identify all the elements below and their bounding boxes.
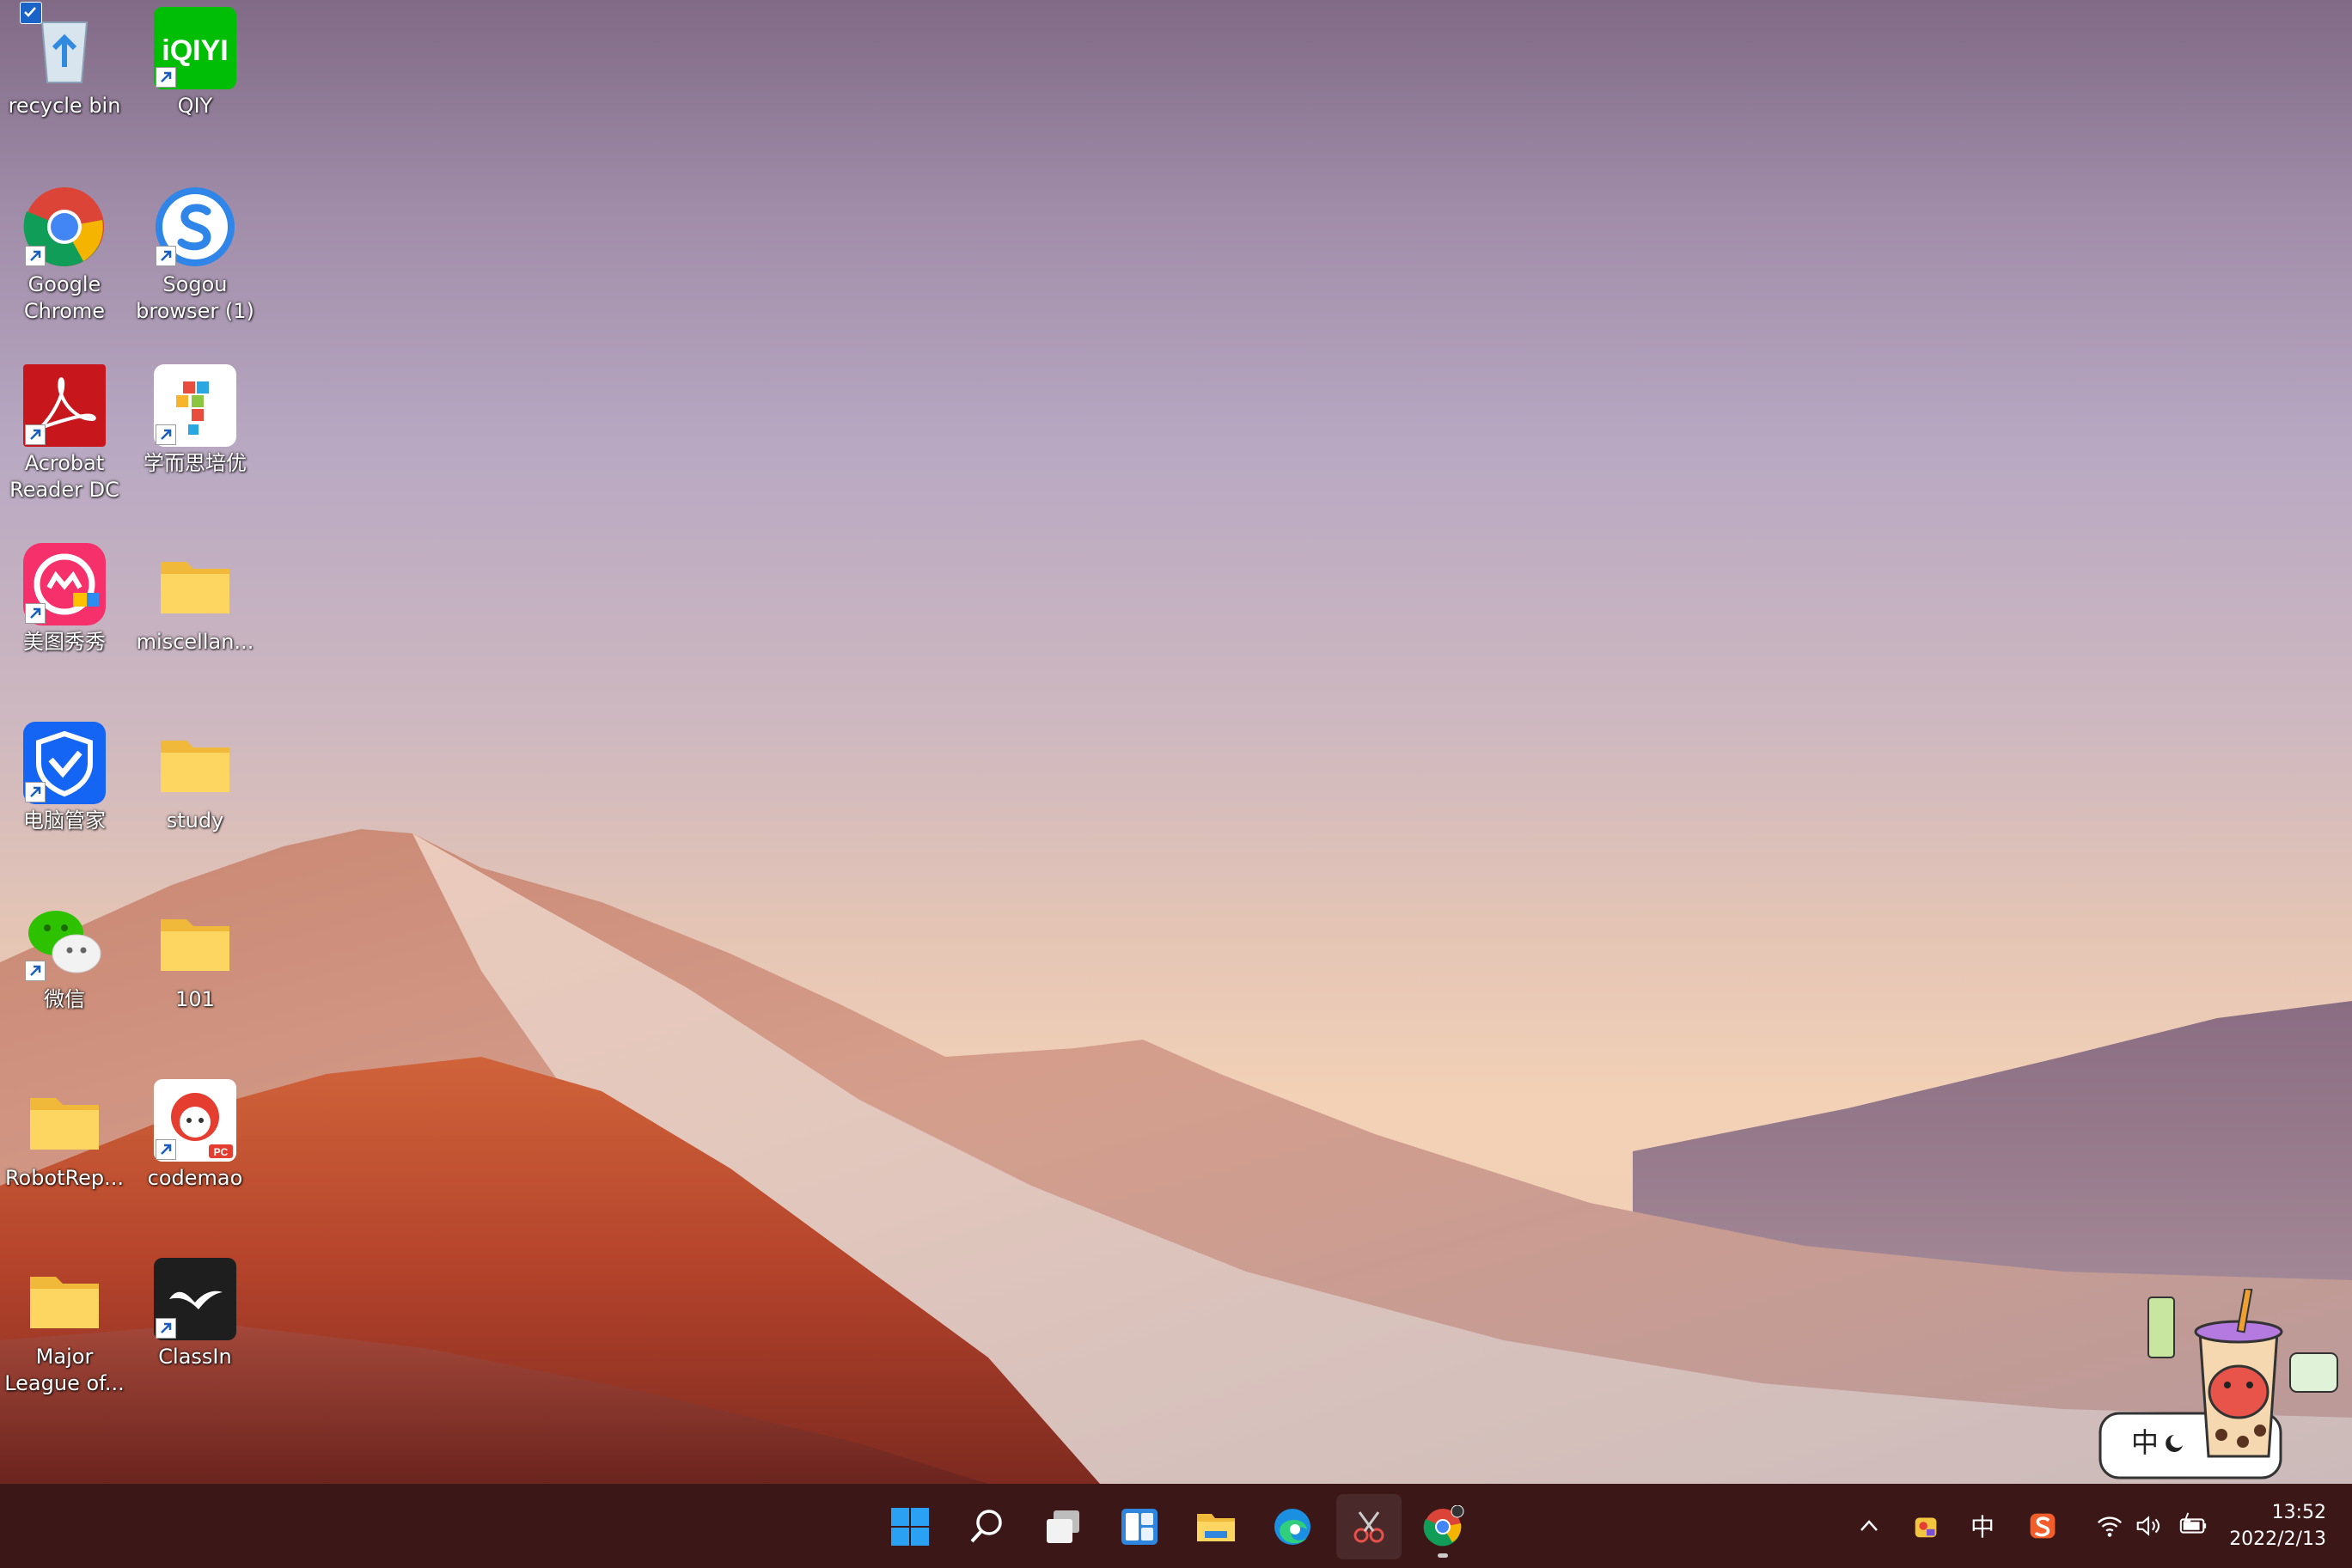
speaker-icon xyxy=(2136,1516,2160,1536)
desktop-icon-label: QIY xyxy=(177,94,213,118)
desktop-icon-wechat[interactable]: 微信 xyxy=(0,900,129,1013)
desktop-icon-label: recycle bin xyxy=(8,94,121,118)
system-clock[interactable]: 13:52 2022/2/13 xyxy=(2229,1499,2326,1553)
desktop-icon-label: 101 xyxy=(175,987,215,1011)
desktop-icon-acrobat-reader[interactable]: Acrobat Reader DC xyxy=(0,364,129,503)
snipping-tool-icon xyxy=(1353,1511,1384,1543)
shortcut-arrow-icon xyxy=(25,246,46,266)
desktop-icon-label: study xyxy=(166,808,224,833)
desktop-icon-miscellan-folder[interactable]: miscellan... xyxy=(131,543,260,656)
folder-icon xyxy=(30,1277,99,1328)
show-hidden-icons-button[interactable] xyxy=(1852,1504,1886,1547)
folder-icon xyxy=(161,562,229,613)
desktop-icon-label: Major League of... xyxy=(4,1345,125,1395)
desktop-icon-label: Sogou browser (1) xyxy=(136,272,254,323)
desktop-icon-robotrep-folder[interactable]: RobotRep... xyxy=(0,1079,129,1192)
desktop-icon-recycle-bin[interactable]: recycle bin xyxy=(0,2,129,119)
input-method-indicator[interactable]: 中 xyxy=(1964,1504,2001,1547)
desktop-icon-label: RobotRep... xyxy=(4,1166,125,1190)
desktop-icon-major-league-folder[interactable]: Major League of... xyxy=(0,1258,129,1397)
desktop-icon-qiy[interactable]: iQIYI QIY xyxy=(131,7,260,119)
tray-app-icon[interactable] xyxy=(1908,1504,1946,1547)
folder-icon xyxy=(161,741,229,792)
desktop-icon-label: miscellan... xyxy=(136,630,254,654)
clock-time: 13:52 xyxy=(2271,1502,2326,1523)
chevron-up-icon xyxy=(1860,1520,1878,1531)
widgets-button[interactable] xyxy=(1107,1494,1172,1559)
shortcut-arrow-icon xyxy=(25,782,46,802)
desktop-icon-101-folder[interactable]: 101 xyxy=(131,900,260,1013)
widgets-icon xyxy=(1121,1509,1158,1545)
snipping-tool-button[interactable] xyxy=(1336,1494,1402,1559)
svg-text:PC: PC xyxy=(214,1146,229,1158)
clock-date: 2022/2/13 xyxy=(2229,1528,2326,1550)
desktop-icon-label: 美图秀秀 xyxy=(23,630,106,654)
desktop-icon-label: 微信 xyxy=(44,987,85,1011)
desktop-icon-sogou-browser[interactable]: Sogou browser (1) xyxy=(131,186,260,325)
svg-text:中: 中 xyxy=(2131,1426,2159,1459)
edge-icon xyxy=(1274,1509,1310,1545)
shortcut-arrow-icon xyxy=(25,603,46,624)
network-status[interactable] xyxy=(2092,1504,2127,1547)
file-explorer-button[interactable] xyxy=(1183,1494,1249,1559)
volume-control[interactable] xyxy=(2131,1504,2166,1547)
desktop-icon-label: Google Chrome xyxy=(23,272,106,323)
desktop-icon-xueersi[interactable]: 学而思培优 xyxy=(131,364,260,477)
start-button[interactable] xyxy=(877,1494,943,1559)
tray-game-icon xyxy=(1915,1517,1937,1538)
chrome-taskbar-button[interactable] xyxy=(1410,1494,1475,1559)
task-view-icon xyxy=(1047,1510,1079,1543)
folder-icon xyxy=(30,1098,99,1150)
desktop-icon-pc-manager[interactable]: 电脑管家 xyxy=(0,722,129,834)
shortcut-arrow-icon xyxy=(156,1318,176,1339)
battery-charging-icon xyxy=(2179,1512,2207,1534)
shortcut-arrow-icon xyxy=(25,961,46,981)
battery-status[interactable] xyxy=(2174,1504,2212,1547)
desktop-icon-label: 学而思培优 xyxy=(144,451,247,475)
wifi-icon xyxy=(2097,1516,2123,1537)
selected-checkbox-icon[interactable] xyxy=(20,2,42,24)
shortcut-arrow-icon xyxy=(156,424,176,445)
desktop-icon-label: ClassIn xyxy=(158,1345,232,1369)
task-view-button[interactable] xyxy=(1030,1494,1096,1559)
search-button[interactable] xyxy=(954,1494,1019,1559)
search-icon xyxy=(970,1510,1002,1543)
folder-icon xyxy=(161,919,229,971)
sogou-ime-tray[interactable] xyxy=(2024,1504,2062,1547)
file-explorer-icon xyxy=(1197,1514,1235,1541)
windows-start-icon xyxy=(891,1508,929,1546)
desktop-icon-classin[interactable]: ClassIn xyxy=(131,1258,260,1370)
desktop[interactable]: recycle bin iQIYI QIY Google Chrome Sogo… xyxy=(0,0,2352,1484)
shortcut-arrow-icon xyxy=(25,424,46,445)
bubble-tea-pet-icon: 中 xyxy=(2098,1287,2338,1480)
shortcut-arrow-icon xyxy=(156,1139,176,1160)
desktop-icon-label: codemao xyxy=(147,1166,243,1190)
desktop-icon-study-folder[interactable]: study xyxy=(131,722,260,834)
taskbar: 中 13:52 2022/2/13 xyxy=(0,1484,2352,1568)
desktop-icon-google-chrome[interactable]: Google Chrome xyxy=(0,186,129,325)
shortcut-arrow-icon xyxy=(156,246,176,266)
mountain-wallpaper xyxy=(0,829,2352,1484)
desktop-icon-label: Acrobat Reader DC xyxy=(9,451,119,502)
desktop-icon-meitu[interactable]: 美图秀秀 xyxy=(0,543,129,656)
desktop-icon-codemao[interactable]: PC codemao xyxy=(131,1079,260,1192)
svg-text:iQIYI: iQIYI xyxy=(162,34,228,67)
chrome-icon xyxy=(1423,1505,1464,1547)
shortcut-arrow-icon xyxy=(156,67,176,88)
desktop-icon-label: 电脑管家 xyxy=(23,808,106,833)
running-indicator xyxy=(1438,1553,1448,1558)
sogou-input-icon xyxy=(2030,1513,2056,1539)
edge-button[interactable] xyxy=(1260,1494,1325,1559)
desktop-pet-widget[interactable]: 中 xyxy=(2097,1287,2346,1482)
